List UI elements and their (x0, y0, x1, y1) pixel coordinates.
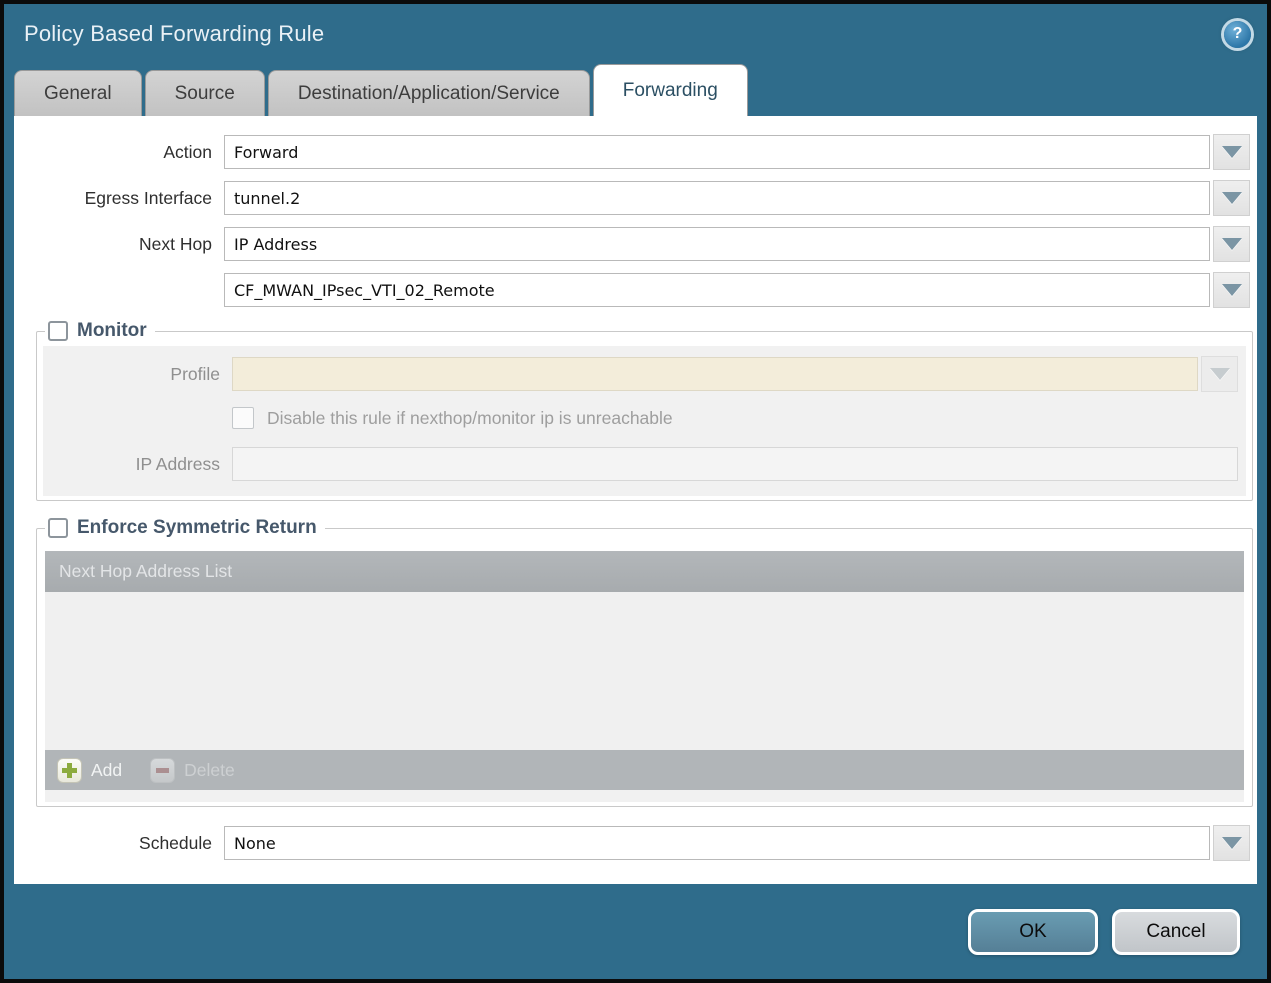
schedule-dropdown-button[interactable] (1213, 825, 1250, 861)
tab-general[interactable]: General (14, 70, 142, 116)
monitor-profile-dropdown-button (1201, 356, 1238, 392)
monitor-ip-address-label: IP Address (43, 454, 232, 475)
next-hop-dropdown-button[interactable] (1213, 226, 1250, 262)
monitor-legend: Monitor (45, 320, 155, 342)
enforce-symmetric-return-title: Enforce Symmetric Return (77, 517, 317, 539)
action-input[interactable] (224, 135, 1210, 169)
action-row: Action (14, 134, 1250, 170)
minus-icon (150, 758, 175, 783)
table-bottom-strip (45, 790, 1244, 802)
action-dropdown-button[interactable] (1213, 134, 1250, 170)
dialog-titlebar: Policy Based Forwarding Rule ? (4, 4, 1267, 64)
add-button-label: Add (91, 760, 122, 781)
disable-rule-label: Disable this rule if nexthop/monitor ip … (267, 408, 673, 429)
chevron-down-icon (1222, 284, 1242, 296)
plus-icon (57, 758, 82, 783)
chevron-down-icon (1222, 837, 1242, 849)
schedule-input[interactable] (224, 826, 1210, 860)
dialog-title: Policy Based Forwarding Rule (24, 21, 324, 47)
tab-forwarding-label: Forwarding (623, 80, 718, 102)
tab-source[interactable]: Source (145, 70, 265, 116)
policy-based-forwarding-rule-dialog: Policy Based Forwarding Rule ? General S… (0, 0, 1271, 983)
tab-source-label: Source (175, 83, 235, 105)
cancel-button-label: Cancel (1146, 921, 1205, 943)
enforce-symmetric-return-legend: Enforce Symmetric Return (45, 517, 325, 539)
add-button[interactable]: Add (57, 758, 122, 783)
next-hop-address-list-header: Next Hop Address List (45, 551, 1244, 592)
chevron-down-icon (1222, 146, 1242, 158)
dialog-footer: OK Cancel (4, 884, 1267, 979)
tab-destination-application-service[interactable]: Destination/Application/Service (268, 70, 590, 116)
monitor-disabled-panel: Profile Disable this rule if nexthop/mon… (43, 346, 1246, 496)
delete-button-label: Delete (184, 760, 235, 781)
next-hop-address-list-toolbar: Add Delete (45, 750, 1244, 790)
egress-interface-input[interactable] (224, 181, 1210, 215)
chevron-down-icon (1210, 368, 1230, 380)
egress-interface-dropdown-button[interactable] (1213, 180, 1250, 216)
monitor-profile-row: Profile (43, 356, 1238, 392)
forwarding-tab-panel: Action Egress Interface Next Hop Moni (14, 116, 1257, 884)
monitor-section: Monitor Profile Disable this rule if nex… (36, 320, 1253, 501)
next-hop-address-dropdown-button[interactable] (1213, 272, 1250, 308)
ok-button[interactable]: OK (968, 909, 1098, 955)
schedule-label: Schedule (14, 833, 224, 854)
tab-destination-application-service-label: Destination/Application/Service (298, 83, 560, 105)
monitor-ip-address-input (232, 447, 1238, 481)
egress-interface-row: Egress Interface (14, 180, 1250, 216)
egress-interface-label: Egress Interface (14, 188, 224, 209)
ok-button-label: OK (1019, 921, 1046, 943)
delete-button: Delete (150, 758, 235, 783)
monitor-ip-address-row: IP Address (43, 446, 1238, 482)
chevron-down-icon (1222, 238, 1242, 250)
monitor-profile-input (232, 357, 1198, 391)
next-hop-label: Next Hop (14, 234, 224, 255)
action-label: Action (14, 142, 224, 163)
monitor-checkbox[interactable] (48, 321, 68, 341)
next-hop-address-list-body[interactable] (45, 592, 1244, 750)
monitor-title: Monitor (77, 320, 147, 342)
next-hop-address-row (14, 272, 1250, 308)
enforce-symmetric-return-checkbox[interactable] (48, 518, 68, 538)
cancel-button[interactable]: Cancel (1112, 909, 1240, 955)
next-hop-row: Next Hop (14, 226, 1250, 262)
chevron-down-icon (1222, 192, 1242, 204)
tab-general-label: General (44, 83, 112, 105)
next-hop-address-input[interactable] (224, 273, 1210, 307)
next-hop-address-list-header-label: Next Hop Address List (59, 561, 232, 582)
enforce-symmetric-return-section: Enforce Symmetric Return Next Hop Addres… (36, 517, 1253, 807)
tab-bar: General Source Destination/Application/S… (4, 64, 1267, 116)
next-hop-type-input[interactable] (224, 227, 1210, 261)
next-hop-address-list-table: Next Hop Address List Add Delete (45, 551, 1244, 802)
monitor-disable-rule-row: Disable this rule if nexthop/monitor ip … (232, 407, 1246, 429)
tab-forwarding[interactable]: Forwarding (593, 64, 748, 116)
help-icon[interactable]: ? (1224, 21, 1251, 48)
monitor-profile-label: Profile (43, 364, 232, 385)
schedule-row: Schedule (14, 825, 1250, 861)
disable-rule-checkbox (232, 407, 254, 429)
